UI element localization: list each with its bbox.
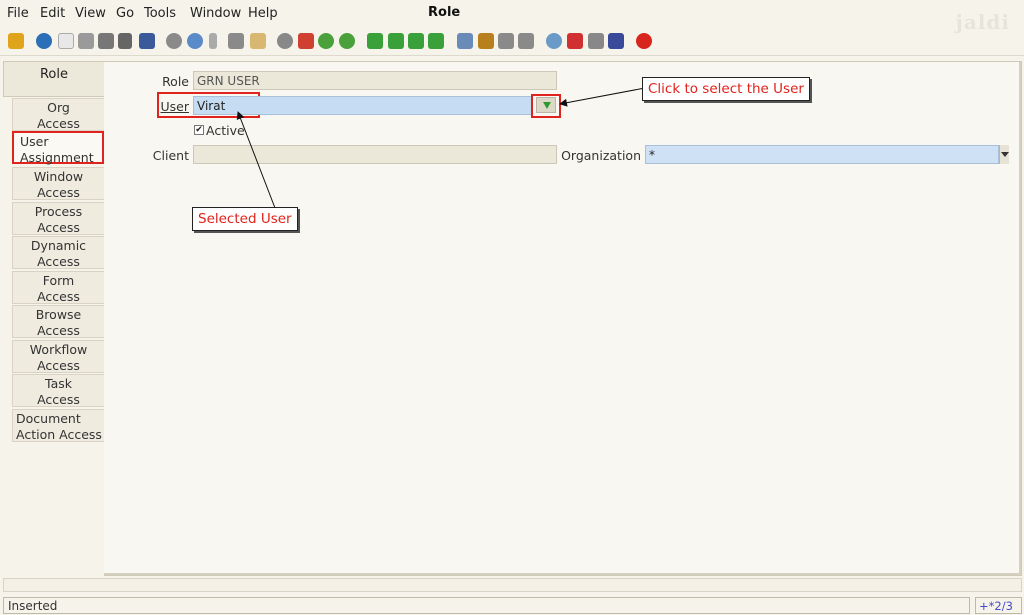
- status-bar: Inserted: [3, 597, 970, 614]
- callout-selected-user: Selected User: [192, 207, 298, 231]
- record-indicator[interactable]: +*2/3: [975, 597, 1022, 614]
- separator-bar: [3, 578, 1022, 592]
- callout-select-user: Click to select the User: [642, 77, 810, 101]
- arrow-to-user: [236, 111, 276, 209]
- annotation-arrows: [236, 87, 646, 209]
- arrow-to-lookup: [559, 87, 646, 107]
